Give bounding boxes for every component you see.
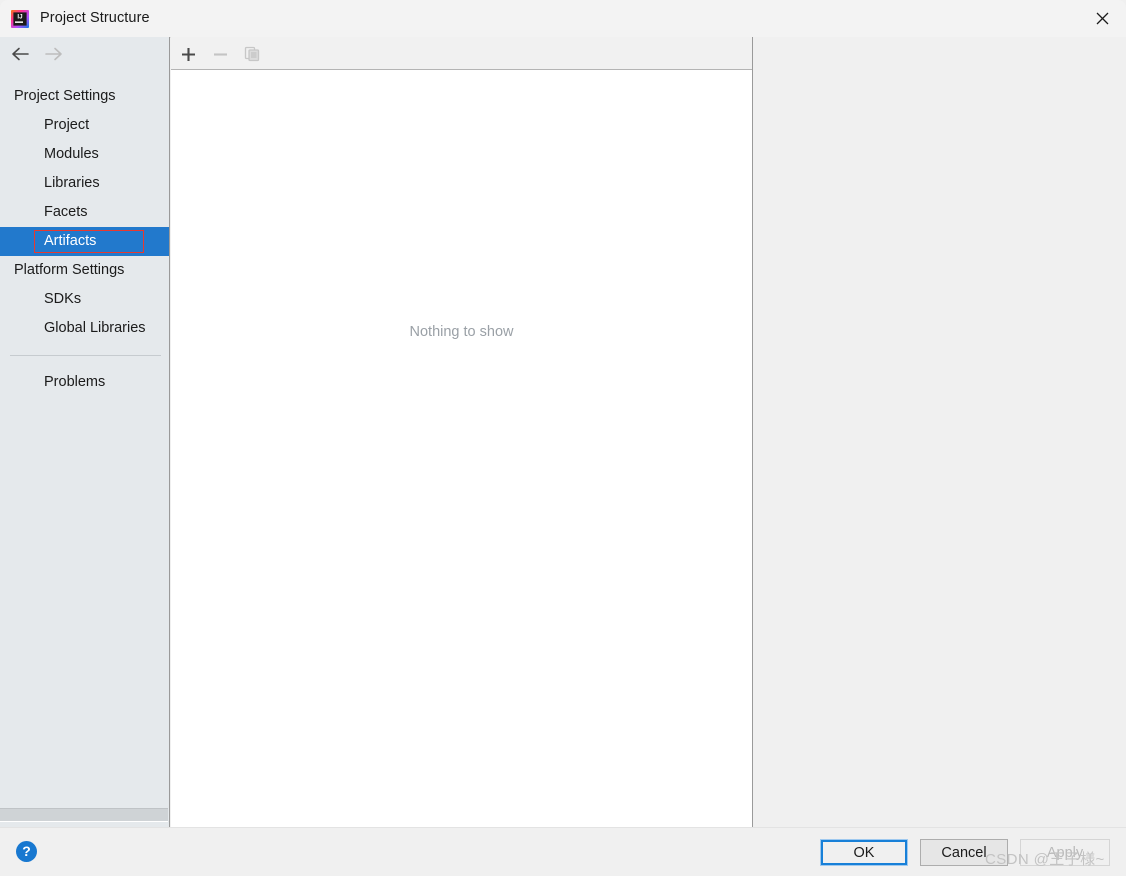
sidebar-item-label: Project [44, 117, 90, 133]
artifacts-toolbar [171, 37, 752, 70]
copy-icon [241, 43, 263, 65]
settings-sidebar: Project Settings Project Modules Librari… [0, 37, 170, 827]
sidebar-item-project[interactable]: Project [0, 111, 169, 140]
sidebar-item-label: Problems [44, 374, 106, 390]
title-bar: IJ Project Structure [0, 0, 1126, 38]
plus-icon[interactable] [177, 43, 199, 65]
navigation-row [0, 37, 169, 70]
sidebar-divider [10, 355, 161, 356]
project-structure-dialog: IJ Project Structure Project Settings Pr… [0, 0, 1126, 876]
sidebar-item-global-libraries[interactable]: Global Libraries [0, 314, 169, 343]
sidebar-item-label: Modules [44, 146, 99, 162]
empty-message: Nothing to show [409, 324, 514, 340]
sidebar-item-artifacts[interactable]: Artifacts [0, 227, 169, 256]
artifacts-empty-area: Nothing to show [171, 70, 752, 827]
dialog-footer: ? OK Cancel Apply [0, 827, 1126, 876]
cancel-button[interactable]: Cancel [920, 839, 1008, 866]
artifact-details-panel [752, 37, 1126, 827]
sidebar-horizontal-scrollbar[interactable] [0, 808, 168, 822]
sidebar-item-label: SDKs [44, 291, 82, 307]
sidebar-group-project-settings: Project Settings [0, 82, 169, 111]
settings-nav-list: Project Settings Project Modules Librari… [0, 82, 169, 397]
close-button[interactable] [1079, 0, 1126, 37]
arrow-right-icon[interactable] [42, 43, 64, 65]
sidebar-item-label: Libraries [44, 175, 100, 191]
sidebar-item-modules[interactable]: Modules [0, 140, 169, 169]
svg-text:IJ: IJ [17, 14, 23, 21]
sidebar-item-sdks[interactable]: SDKs [0, 285, 169, 314]
sidebar-item-label: Artifacts [44, 233, 97, 249]
apply-button: Apply [1020, 839, 1110, 866]
sidebar-item-label: Global Libraries [44, 320, 146, 336]
window-title: Project Structure [40, 10, 150, 26]
artifacts-panel: Nothing to show [171, 37, 752, 827]
sidebar-group-label: Platform Settings [14, 262, 125, 278]
arrow-left-icon[interactable] [9, 43, 31, 65]
sidebar-item-facets[interactable]: Facets [0, 198, 169, 227]
sidebar-item-label: Facets [44, 204, 88, 220]
intellij-idea-icon: IJ [10, 9, 30, 29]
help-button[interactable]: ? [16, 841, 37, 862]
sidebar-group-label: Project Settings [14, 88, 116, 104]
minus-icon [209, 43, 231, 65]
sidebar-item-problems[interactable]: Problems [0, 368, 169, 397]
sidebar-group-platform-settings: Platform Settings [0, 256, 169, 285]
sidebar-item-libraries[interactable]: Libraries [0, 169, 169, 198]
ok-button[interactable]: OK [820, 839, 908, 866]
